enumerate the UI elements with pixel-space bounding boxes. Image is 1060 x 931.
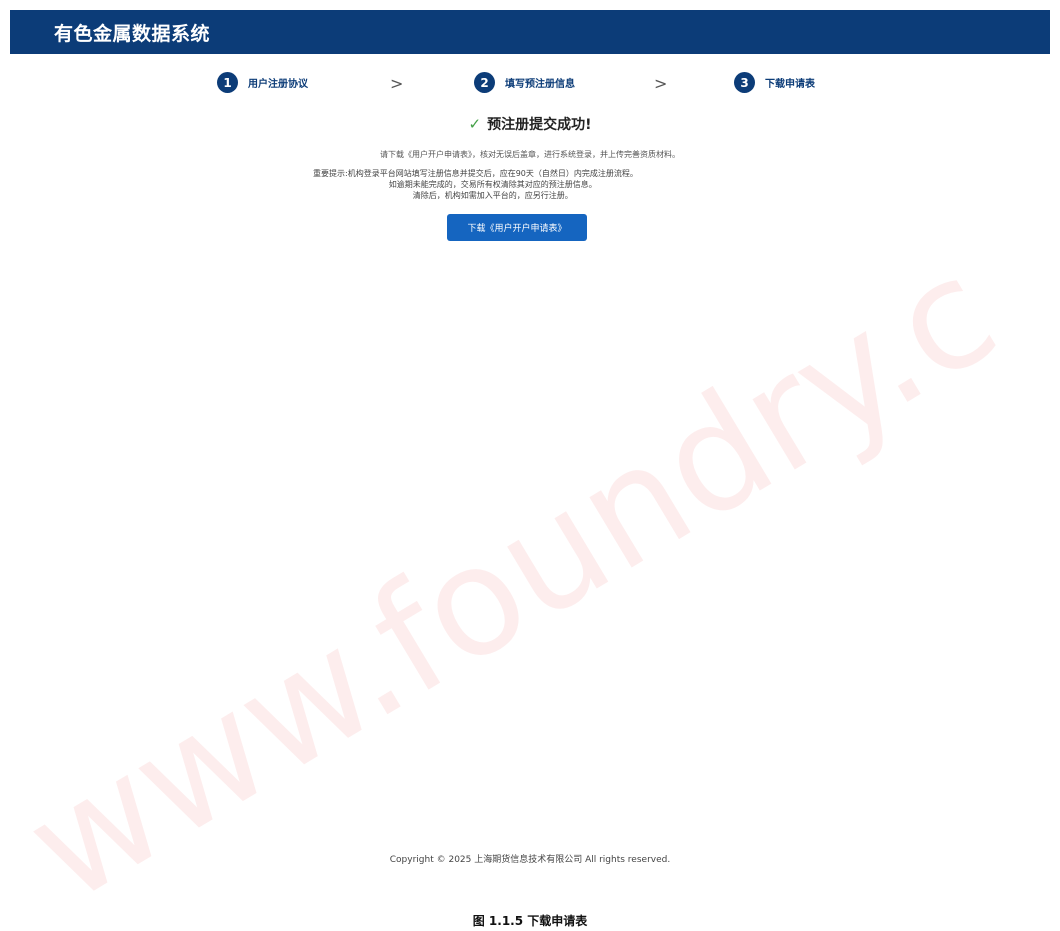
download-instruction: 请下载《用户开户申请表》，核对无误后盖章，进行系统登录，并上传完善资质材料。	[380, 150, 680, 159]
step-3: 3 下载申请表	[734, 72, 815, 93]
app-header: 有色金属数据系统	[10, 10, 1050, 54]
step-1-label: 用户注册协议	[248, 79, 308, 90]
success-text: 预注册提交成功!	[487, 117, 592, 133]
app-title: 有色金属数据系统	[54, 23, 211, 45]
figure-caption: 图 1.1.5 下载申请表	[472, 914, 588, 928]
step-2-label: 填写预注册信息	[505, 79, 575, 90]
step-1: 1 用户注册协议	[217, 72, 308, 93]
download-application-form-button[interactable]: 下载《用户开户申请表》	[447, 214, 587, 241]
watermark: www.foundry.c	[0, 225, 1024, 931]
watermark-text: www.foundry.c	[0, 225, 1024, 931]
step-1-number: 1	[217, 72, 238, 93]
step-3-label: 下载申请表	[765, 79, 815, 90]
step-2-number: 2	[474, 72, 495, 93]
step-2: 2 填写预注册信息	[474, 72, 575, 93]
success-message: ✓ 预注册提交成功!	[0, 114, 1060, 134]
check-icon: ✓	[468, 115, 482, 133]
notice-line: 机构登录平台网站填写注册信息并提交后，应在90天（自然日）内完成注册流程。	[347, 169, 638, 178]
copyright-footer: Copyright © 2025 上海期货信息技术有限公司 All rights…	[389, 855, 671, 865]
notice-line: 清除后，机构如需加入平台的，应另行注册。	[412, 191, 573, 200]
notice-lines: 机构登录平台网站填写注册信息并提交后，应在90天（自然日）内完成注册流程。 如逾…	[348, 168, 638, 201]
notice-label: 重要提示:	[313, 169, 348, 178]
chevron-right-icon: >	[390, 74, 404, 93]
notice-line: 如逾期未能完成的，交易所有权清除其对应的预注册信息。	[388, 180, 597, 189]
step-3-number: 3	[734, 72, 755, 93]
chevron-right-icon: >	[654, 74, 668, 93]
important-notice: 重要提示: 机构登录平台网站填写注册信息并提交后，应在90天（自然日）内完成注册…	[313, 168, 638, 201]
registration-steps: 1 用户注册协议 > 2 填写预注册信息 > 3 下载申请表	[0, 72, 1060, 96]
